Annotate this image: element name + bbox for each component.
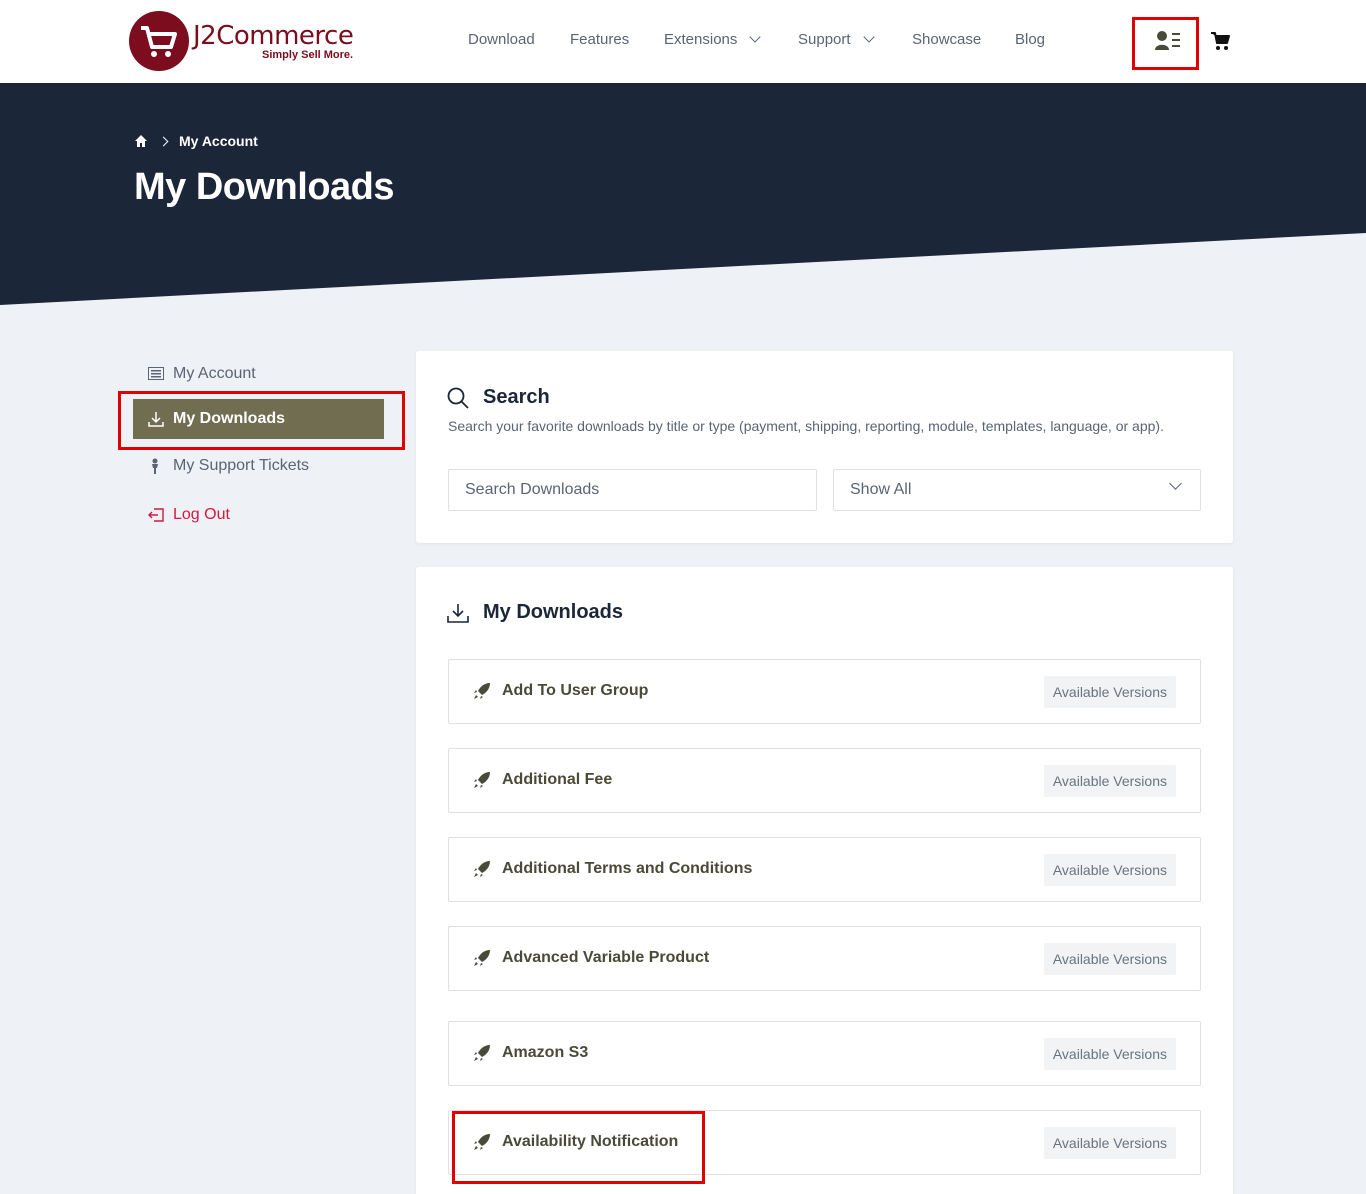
page-title: My Downloads	[134, 166, 395, 208]
nav-label: Blog	[1015, 31, 1046, 48]
type-filter-value: Show All	[850, 481, 912, 498]
sidebar-active-highlight	[118, 391, 405, 450]
sidebar-item-label: Log Out	[173, 506, 230, 523]
row-highlight	[452, 1111, 705, 1184]
person-icon	[152, 458, 158, 474]
rocket-icon	[474, 861, 490, 877]
search-heading: Search	[447, 386, 550, 409]
search-icon	[447, 387, 469, 409]
download-title: Advanced Variable Product	[502, 949, 710, 966]
search-description: Search your favorite downloads by title …	[448, 418, 1164, 434]
logo-tagline: Simply Sell More.	[262, 49, 354, 61]
logo[interactable]: J2Commerce Simply Sell More.	[129, 11, 369, 71]
rocket-icon	[474, 950, 490, 966]
nav-label: Showcase	[912, 31, 982, 48]
available-versions-button[interactable]: Available Versions	[1043, 1127, 1176, 1159]
downloads-heading: My Downloads	[447, 601, 623, 624]
breadcrumb-my-account[interactable]: My Account	[179, 133, 258, 149]
site-header: J2Commerce Simply Sell More. Download Fe…	[0, 0, 1366, 83]
chevron-down-icon	[749, 31, 762, 43]
download-row[interactable]: Additional Terms and Conditions Availabl…	[448, 837, 1201, 902]
sidebar-item-support-tickets[interactable]: My Support Tickets	[148, 457, 309, 475]
downloads-heading-text: My Downloads	[483, 601, 624, 623]
nav-download[interactable]: Download	[468, 31, 535, 48]
available-versions-button[interactable]: Available Versions	[1043, 676, 1176, 708]
available-versions-button[interactable]: Available Versions	[1043, 943, 1176, 975]
rocket-icon	[474, 1045, 490, 1061]
nav-label: Extensions	[664, 31, 738, 48]
nav-extensions[interactable]: Extensions	[664, 31, 762, 48]
available-versions-button[interactable]: Available Versions	[1043, 854, 1176, 886]
nav-blog[interactable]: Blog	[1015, 31, 1045, 48]
logo-text: J2Commerce	[193, 21, 354, 51]
available-versions-button[interactable]: Available Versions	[1043, 765, 1176, 797]
download-title: Amazon S3	[502, 1044, 589, 1061]
download-row[interactable]: Additional Fee Available Versions	[448, 748, 1201, 813]
user-list-icon[interactable]	[1155, 30, 1181, 52]
download-row[interactable]: Amazon S3 Available Versions	[448, 1021, 1201, 1086]
breadcrumb-separator-icon	[158, 136, 169, 146]
home-icon[interactable]	[134, 134, 148, 148]
download-title: Additional Fee	[502, 771, 613, 788]
sidebar-item-logout[interactable]: Log Out	[148, 506, 230, 524]
rocket-icon	[474, 772, 490, 788]
rocket-icon	[474, 683, 490, 699]
nav-support[interactable]: Support	[798, 31, 875, 48]
sidebar-item-my-account[interactable]: My Account	[148, 365, 256, 383]
nav-features[interactable]: Features	[570, 31, 629, 48]
nav-label: Support	[798, 31, 851, 48]
search-heading-text: Search	[483, 386, 550, 408]
available-versions-button[interactable]: Available Versions	[1043, 1038, 1176, 1070]
logo-cart-icon	[129, 11, 189, 71]
download-title: Additional Terms and Conditions	[502, 860, 753, 877]
nav-label: Features	[570, 31, 630, 48]
type-filter-select[interactable]: Show All	[833, 469, 1201, 511]
search-input[interactable]: Search Downloads	[448, 469, 817, 511]
download-row[interactable]: Add To User Group Available Versions	[448, 659, 1201, 724]
nav-showcase[interactable]: Showcase	[912, 31, 981, 48]
cart-icon[interactable]	[1211, 31, 1231, 51]
breadcrumb: My Account	[134, 133, 258, 149]
chevron-down-icon	[1169, 477, 1182, 490]
download-icon	[447, 603, 469, 623]
logout-icon	[148, 508, 164, 522]
sidebar-item-label: My Support Tickets	[173, 457, 310, 474]
nav-label: Download	[468, 31, 535, 48]
search-card: Search Search your favorite downloads by…	[416, 351, 1233, 543]
chevron-down-icon	[862, 31, 875, 43]
sidebar-item-label: My Account	[173, 365, 256, 382]
download-row[interactable]: Advanced Variable Product Available Vers…	[448, 926, 1201, 991]
list-icon	[148, 367, 164, 380]
download-title: Add To User Group	[502, 682, 649, 699]
